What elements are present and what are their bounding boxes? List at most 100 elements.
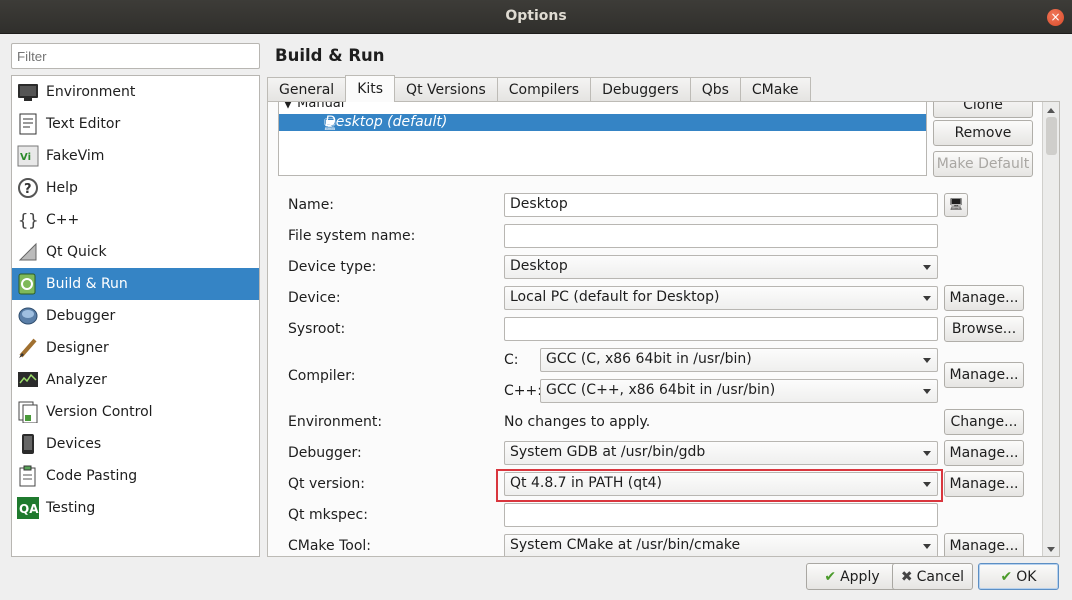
checkmark-icon: ✔ (824, 568, 837, 585)
filter-input[interactable] (11, 43, 260, 69)
fsname-label: File system name: (288, 228, 416, 244)
qt-quick-icon (17, 241, 39, 263)
sysroot-browse-button[interactable]: Browse... (944, 316, 1024, 342)
dropdown-arrow-icon (923, 544, 931, 549)
category-code-pasting[interactable]: Code Pasting (12, 460, 259, 492)
apply-button[interactable]: ✔ Apply (806, 563, 898, 590)
category-build-run[interactable]: Build & Run (12, 268, 259, 300)
category-label: Analyzer (46, 372, 107, 388)
dropdown-arrow-icon (923, 296, 931, 301)
cpp-braces-icon: {} (17, 209, 39, 231)
tab-qbs[interactable]: Qbs (689, 77, 741, 102)
svg-text:{}: {} (18, 211, 38, 231)
category-designer[interactable]: Designer (12, 332, 259, 364)
device-select[interactable]: Local PC (default for Desktop) (504, 286, 938, 310)
category-label: C++ (46, 212, 80, 228)
tab-cmake[interactable]: CMake (739, 77, 811, 102)
code-pasting-icon (17, 465, 39, 487)
analyzer-icon (17, 369, 39, 391)
category-debugger[interactable]: Debugger (12, 300, 259, 332)
compiler-c-select[interactable]: GCC (C, x86 64bit in /usr/bin) (540, 348, 938, 372)
cmake-tool-label: CMake Tool: (288, 538, 372, 554)
kit-tree[interactable]: ▼ Manual 🖥 Desktop (default) (278, 102, 927, 176)
debugger-select[interactable]: System GDB at /usr/bin/gdb (504, 441, 938, 465)
cancel-button[interactable]: ✖ Cancel (892, 563, 973, 590)
device-manage-button[interactable]: Manage... (944, 285, 1024, 311)
make-default-button[interactable]: Make Default (933, 151, 1033, 177)
category-label: Debugger (46, 308, 116, 324)
remove-button[interactable]: Remove (933, 120, 1033, 146)
debugger-label: Debugger: (288, 445, 362, 461)
qt-version-highlight-box (496, 469, 943, 502)
scroll-up-arrow-icon[interactable] (1047, 108, 1055, 113)
tab-compilers[interactable]: Compilers (496, 77, 592, 102)
cancel-label: Cancel (916, 568, 965, 585)
dropdown-arrow-icon (923, 389, 931, 394)
expanded-arrow-icon[interactable]: ▼ (283, 102, 293, 111)
category-qt-quick[interactable]: Qt Quick (12, 236, 259, 268)
kit-row-label: Desktop (default) (325, 114, 448, 130)
dropdown-arrow-icon (923, 358, 931, 363)
tab-general[interactable]: General (267, 77, 347, 102)
category-testing[interactable]: QA Testing (12, 492, 259, 524)
debugger-value: System GDB at /usr/bin/gdb (510, 444, 706, 460)
scroll-down-arrow-icon[interactable] (1047, 547, 1055, 552)
monitor-icon: 🖥 (948, 197, 964, 211)
clone-button[interactable]: Clone (933, 102, 1033, 118)
compiler-cpp-select[interactable]: GCC (C++, x86 64bit in /usr/bin) (540, 379, 938, 403)
tab-debuggers[interactable]: Debuggers (590, 77, 691, 102)
category-label: Build & Run (46, 276, 128, 292)
device-icon-button[interactable]: 🖥 (944, 193, 968, 217)
tab-kits[interactable]: Kits (345, 75, 396, 102)
page-title: Build & Run (275, 46, 385, 65)
device-value: Local PC (default for Desktop) (510, 289, 720, 305)
category-label: FakeVim (46, 148, 105, 164)
category-text-editor[interactable]: Text Editor (12, 108, 259, 140)
window-title: Options (505, 8, 567, 24)
title-bar: Options × (0, 0, 1072, 34)
category-devices[interactable]: Devices (12, 428, 259, 460)
tab-bar: General Kits Qt Versions Compilers Debug… (267, 75, 811, 102)
fsname-field[interactable] (504, 224, 938, 248)
device-type-label: Device type: (288, 259, 377, 275)
category-environment[interactable]: Environment (12, 76, 259, 108)
compiler-label: Compiler: (288, 368, 356, 384)
cmake-tool-value: System CMake at /usr/bin/cmake (510, 537, 741, 553)
device-type-select[interactable]: Desktop (504, 255, 938, 279)
text-editor-icon (17, 113, 39, 135)
kit-group-manual[interactable]: ▼ Manual (283, 102, 344, 111)
cmake-tool-select[interactable]: System CMake at /usr/bin/cmake (504, 534, 938, 556)
build-run-icon (17, 273, 39, 295)
designer-icon (17, 337, 39, 359)
debugger-icon (17, 305, 39, 327)
category-version-control[interactable]: Version Control (12, 396, 259, 428)
compiler-c-label: C: (504, 352, 519, 368)
category-label: Version Control (46, 404, 153, 420)
qt-version-manage-button[interactable]: Manage... (944, 471, 1024, 497)
mkspec-field[interactable] (504, 503, 938, 527)
cmake-manage-button[interactable]: Manage... (944, 533, 1024, 556)
panel-scrollbar[interactable] (1042, 102, 1059, 556)
tab-qt-versions[interactable]: Qt Versions (394, 77, 498, 102)
compiler-c-value: GCC (C, x86 64bit in /usr/bin) (546, 351, 752, 367)
category-analyzer[interactable]: Analyzer (12, 364, 259, 396)
sysroot-field[interactable] (504, 317, 938, 341)
dropdown-arrow-icon (923, 451, 931, 456)
ok-button[interactable]: ✔ OK (978, 563, 1059, 590)
category-cpp[interactable]: {} C++ (12, 204, 259, 236)
category-fakevim[interactable]: Vi FakeVim (12, 140, 259, 172)
environment-change-button[interactable]: Change... (944, 409, 1024, 435)
ok-label: OK (1016, 568, 1037, 585)
scroll-thumb[interactable] (1046, 117, 1057, 155)
compiler-manage-button[interactable]: Manage... (944, 362, 1024, 388)
category-help[interactable]: ? Help (12, 172, 259, 204)
category-label: Designer (46, 340, 109, 356)
debugger-manage-button[interactable]: Manage... (944, 440, 1024, 466)
name-field[interactable]: Desktop (504, 193, 938, 217)
dropdown-arrow-icon (923, 265, 931, 270)
monitor-icon (17, 81, 39, 103)
svg-text:QA: QA (19, 502, 39, 516)
compiler-cpp-value: GCC (C++, x86 64bit in /usr/bin) (546, 382, 776, 398)
kit-row-desktop[interactable]: 🖥 Desktop (default) (279, 114, 926, 131)
close-icon[interactable]: × (1047, 9, 1064, 26)
